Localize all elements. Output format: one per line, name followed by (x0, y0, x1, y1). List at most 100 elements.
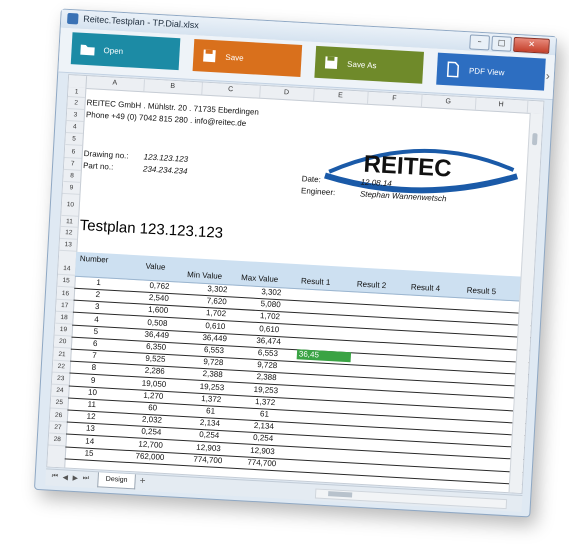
table-cell[interactable]: 11 (68, 399, 116, 411)
table-cell[interactable]: 0,610 (242, 323, 296, 335)
table-cell[interactable]: 12,903 (235, 445, 289, 457)
row-header[interactable]: 22 (52, 360, 71, 374)
row-header[interactable]: 16 (56, 287, 75, 301)
table-cell[interactable]: 1,270 (126, 390, 180, 402)
table-cell[interactable]: 6,350 (129, 341, 183, 353)
table-cell[interactable]: 61 (237, 408, 291, 420)
row-header[interactable]: 4 (65, 120, 84, 134)
table-cell[interactable]: 0,254 (182, 429, 236, 441)
vertical-scroll-thumb[interactable] (531, 133, 538, 146)
table-cell[interactable]: 61 (183, 405, 237, 417)
row-header[interactable]: 28 (48, 433, 67, 447)
row-header[interactable]: 15 (57, 275, 75, 289)
more-arrow-icon[interactable]: › (545, 69, 550, 83)
row-header[interactable]: 26 (49, 409, 68, 423)
table-cell[interactable]: 1,372 (238, 396, 292, 408)
table-cell[interactable]: 9,728 (240, 359, 294, 371)
table-cell[interactable]: 60 (125, 402, 179, 414)
row-header[interactable]: 20 (53, 336, 72, 349)
table-cell[interactable]: 762,000 (123, 450, 177, 462)
table-cell[interactable]: 7 (70, 350, 118, 362)
horizontal-scrollbar[interactable] (314, 488, 508, 510)
row-header[interactable]: 21 (53, 348, 71, 362)
table-cell[interactable]: 36,449 (130, 329, 184, 341)
row-header[interactable]: 25 (50, 396, 69, 410)
spreadsheet[interactable]: A B C D E F G H 1 2 3 4 5 6 7 8 9 10 11 12 13 14 15 16 1… (46, 74, 545, 495)
row-header[interactable]: 24 (51, 384, 69, 398)
table-cell[interactable]: 3 (73, 301, 121, 313)
table-cell[interactable]: 19,253 (239, 384, 293, 396)
table-cell[interactable]: 774,700 (235, 457, 289, 469)
table-cell[interactable]: 19,253 (185, 381, 239, 393)
table-cell[interactable]: 9 (69, 374, 117, 386)
row-header[interactable]: 5 (65, 132, 83, 146)
row-header[interactable]: 27 (49, 421, 67, 435)
prev-sheet-icon[interactable]: ◀ (62, 473, 68, 481)
table-cell[interactable]: 3,302 (244, 286, 298, 298)
table-cell[interactable]: 2,388 (239, 371, 293, 383)
table-cell[interactable]: 2,540 (132, 292, 186, 304)
table-cell[interactable]: 1,372 (184, 393, 238, 405)
row-header[interactable]: 8 (63, 169, 81, 183)
table-cell[interactable]: 12,700 (123, 438, 177, 450)
table-cell[interactable]: 3,302 (190, 283, 244, 295)
table-cell[interactable]: 36,449 (187, 332, 241, 344)
horizontal-scroll-thumb[interactable] (328, 491, 353, 498)
table-cell[interactable]: 13 (66, 423, 114, 435)
table-cell[interactable]: 0,254 (124, 426, 178, 438)
table-cell[interactable]: 1,702 (189, 308, 243, 320)
table-cell[interactable]: 5,080 (243, 298, 297, 310)
table-cell[interactable]: 2,032 (125, 414, 179, 426)
select-all-corner[interactable] (68, 75, 88, 89)
table-cell[interactable]: 6 (71, 338, 119, 350)
table-cell[interactable]: 5 (72, 325, 120, 337)
table-cell[interactable]: 6,553 (187, 344, 241, 356)
first-sheet-icon[interactable]: ⏮ (51, 473, 59, 481)
last-sheet-icon[interactable]: ⏭ (82, 474, 89, 482)
table-cell[interactable]: 15 (65, 447, 113, 459)
table-cell[interactable]: 8 (70, 362, 118, 374)
save-button[interactable]: Save (192, 39, 303, 77)
table-cell[interactable]: 4 (72, 313, 120, 325)
row-header[interactable]: 13 (59, 238, 77, 252)
row-header[interactable]: 9 (62, 181, 81, 195)
row-header[interactable]: 17 (55, 299, 74, 313)
row-header[interactable]: 19 (54, 323, 73, 337)
next-sheet-icon[interactable]: ▶ (72, 474, 78, 482)
table-cell[interactable]: 19,050 (127, 377, 181, 389)
table-cell[interactable]: 10 (68, 386, 116, 398)
table-cell[interactable]: 0,508 (130, 316, 184, 328)
table-cell[interactable]: 2,134 (183, 417, 237, 429)
row-header[interactable]: 23 (51, 372, 70, 386)
close-button[interactable]: ✕ (513, 36, 550, 54)
table-cell[interactable]: 1,600 (131, 304, 185, 316)
table-cell[interactable]: 2,286 (128, 365, 182, 377)
maximize-button[interactable]: □ (491, 35, 512, 52)
open-button[interactable]: Open (70, 32, 181, 71)
table-cell[interactable]: 36,474 (241, 335, 295, 347)
table-cell[interactable]: 1 (74, 277, 122, 289)
table-cell[interactable]: 2,134 (237, 420, 291, 432)
row-header[interactable]: 2 (67, 97, 85, 110)
table-cell[interactable]: 7,620 (190, 295, 244, 307)
sheet-tab-design[interactable]: Design (97, 472, 136, 490)
row-header[interactable]: 6 (64, 144, 83, 159)
pdf-view-button[interactable]: PDF View (436, 52, 546, 91)
table-cell[interactable]: 774,700 (181, 454, 235, 466)
result-1-pass-cell[interactable]: 36,45 (296, 349, 352, 363)
table-cell[interactable]: 2 (74, 289, 122, 301)
row-header[interactable]: 10 (61, 193, 80, 217)
row-header[interactable]: 3 (66, 109, 85, 122)
table-cell[interactable]: 9,525 (128, 353, 182, 365)
table-cell[interactable]: 9,728 (186, 356, 240, 368)
table-cell[interactable]: 0,254 (236, 432, 290, 444)
table-cell[interactable]: 0,610 (188, 320, 242, 332)
table-cell[interactable]: 0,762 (132, 280, 186, 292)
table-cell[interactable]: 2,388 (185, 368, 239, 380)
table-cell[interactable]: 14 (66, 435, 114, 447)
row-header[interactable]: 7 (63, 157, 82, 171)
table-cell[interactable]: 12 (67, 411, 115, 423)
add-sheet-icon[interactable]: + (139, 476, 145, 487)
save-as-button[interactable]: Save As (314, 45, 424, 84)
row-header[interactable]: 18 (55, 311, 73, 325)
